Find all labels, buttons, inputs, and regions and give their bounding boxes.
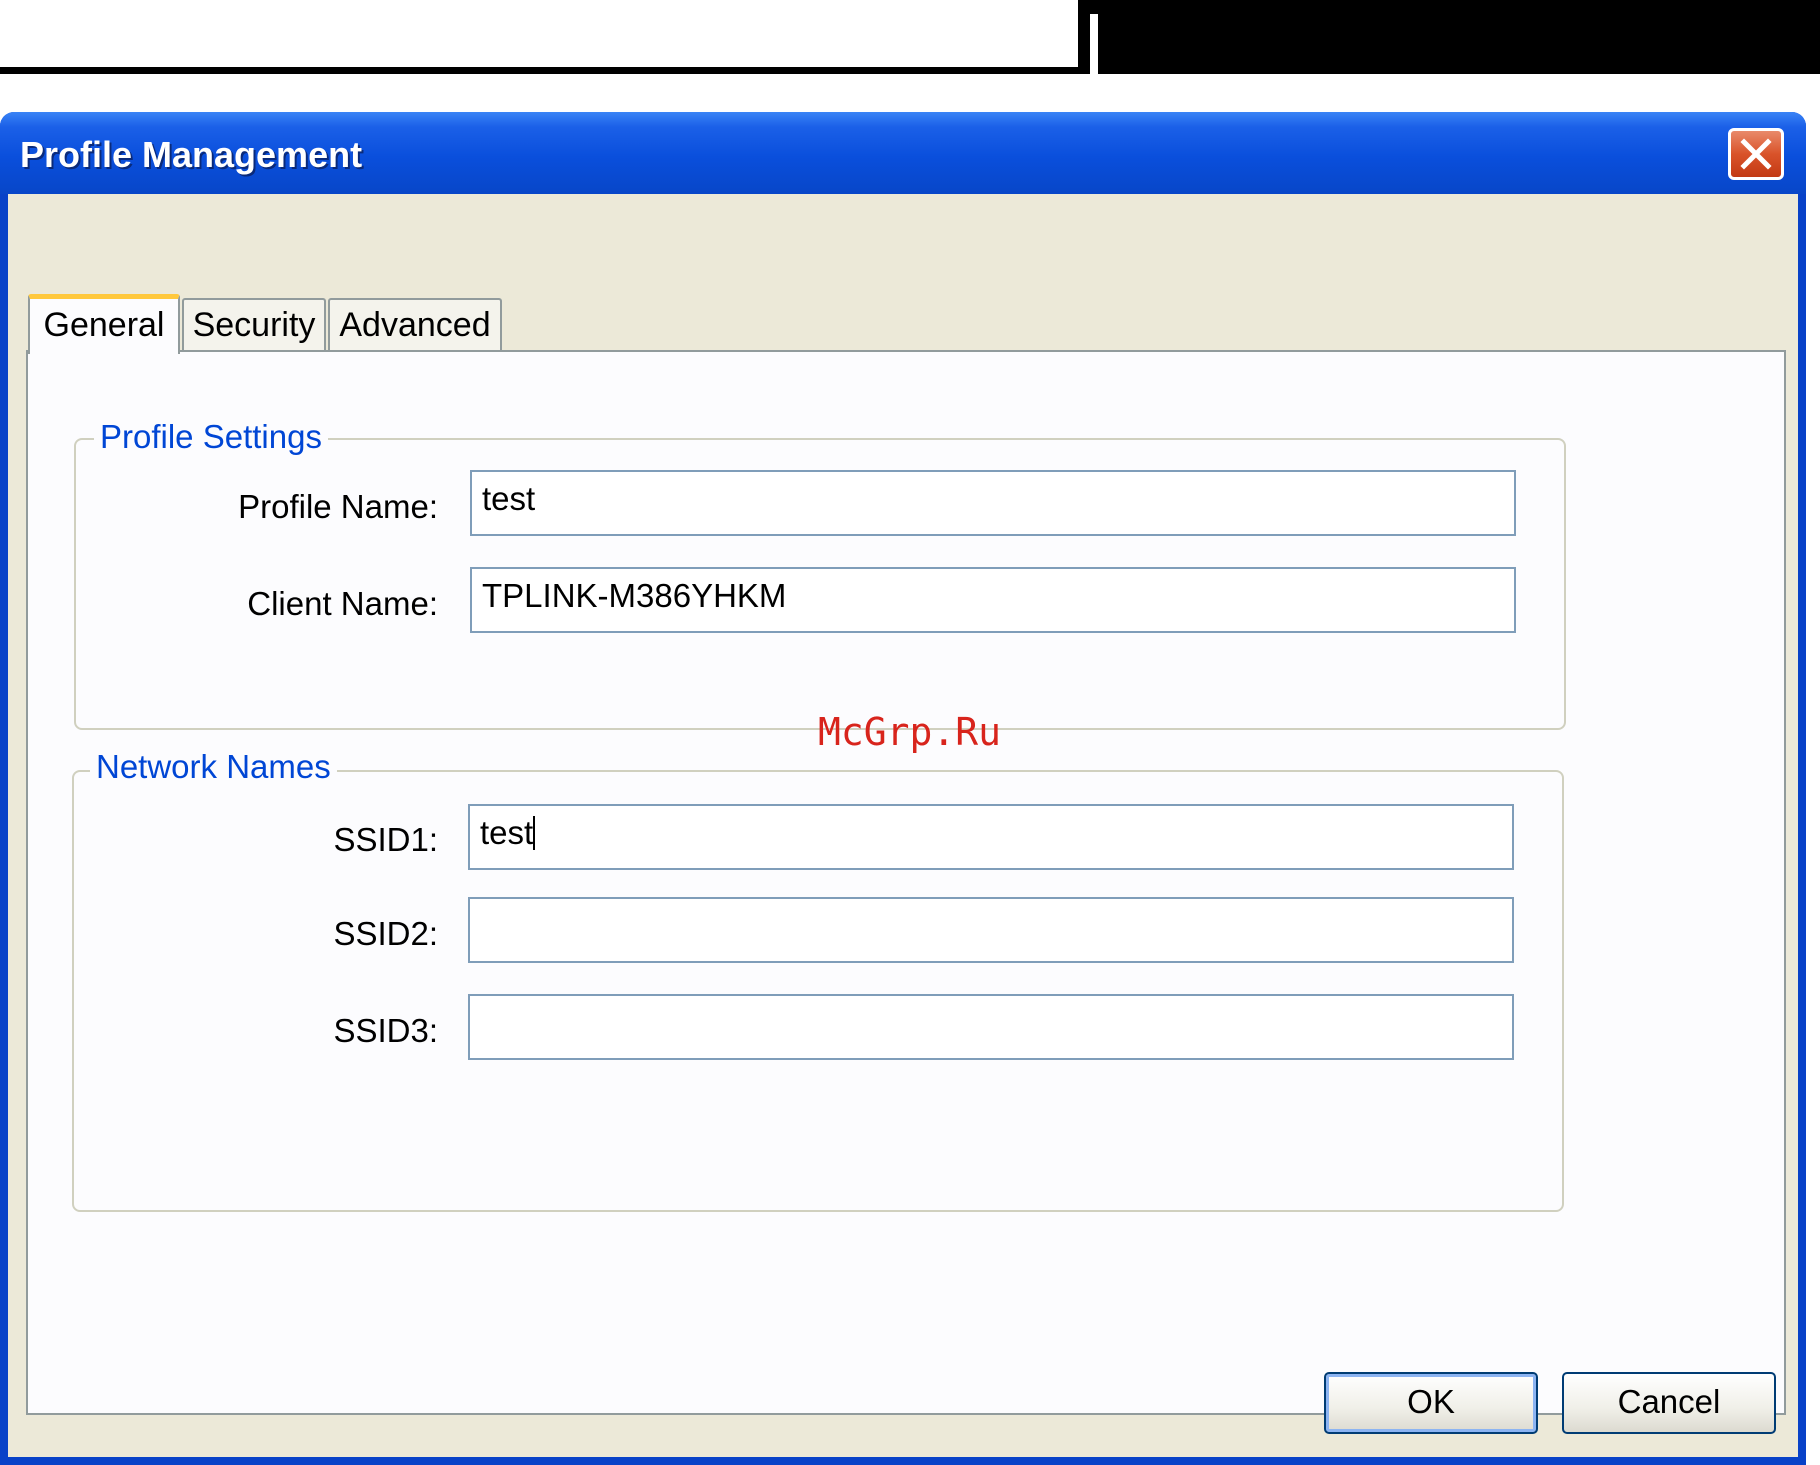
- profile-name-input[interactable]: test: [470, 470, 1516, 536]
- cancel-button-label: Cancel: [1617, 1383, 1721, 1420]
- page-header-rule: [0, 67, 1078, 74]
- profile-name-value: test: [482, 480, 536, 517]
- general-tab-panel: Profile Settings Profile Name: test Clie…: [26, 350, 1786, 1415]
- profile-settings-legend: Profile Settings: [94, 418, 328, 456]
- ssid1-input[interactable]: test: [468, 804, 1514, 870]
- profile-management-dialog: Profile Management General Security Adva…: [0, 112, 1806, 1465]
- ssid2-input[interactable]: [468, 897, 1514, 963]
- title-bar[interactable]: Profile Management: [0, 112, 1806, 194]
- close-button[interactable]: [1728, 128, 1784, 180]
- client-name-input[interactable]: TPLINK-M386YHKM: [470, 567, 1516, 633]
- tab-advanced[interactable]: Advanced: [328, 298, 502, 352]
- profile-name-label: Profile Name:: [238, 488, 438, 525]
- ssid2-label: SSID2:: [333, 915, 438, 952]
- ssid1-label: SSID1:: [333, 821, 438, 858]
- cancel-button[interactable]: Cancel: [1562, 1372, 1776, 1434]
- tab-security[interactable]: Security: [182, 298, 326, 352]
- ssid1-value: test: [480, 814, 534, 851]
- ssid3-input[interactable]: [468, 994, 1514, 1060]
- dialog-client-area: General Security Advanced Profile Settin…: [8, 194, 1798, 1457]
- page-header-divider: [1090, 14, 1098, 74]
- window-title: Profile Management: [20, 134, 363, 175]
- ssid3-label: SSID3:: [333, 1012, 438, 1049]
- text-caret: [533, 816, 536, 850]
- ok-button[interactable]: OK: [1324, 1372, 1538, 1434]
- client-name-value: TPLINK-M386YHKM: [482, 577, 787, 614]
- close-icon: [1740, 138, 1772, 170]
- client-name-label: Client Name:: [247, 585, 438, 622]
- page-header-block: [1078, 0, 1820, 74]
- tab-security-label: Security: [192, 306, 316, 344]
- ok-button-label: OK: [1407, 1383, 1455, 1420]
- tab-general-label: General: [43, 306, 165, 344]
- watermark-text: McGrp.Ru: [818, 710, 1002, 754]
- tab-advanced-label: Advanced: [339, 306, 491, 344]
- network-names-legend: Network Names: [90, 748, 337, 786]
- tab-general[interactable]: General: [28, 294, 180, 354]
